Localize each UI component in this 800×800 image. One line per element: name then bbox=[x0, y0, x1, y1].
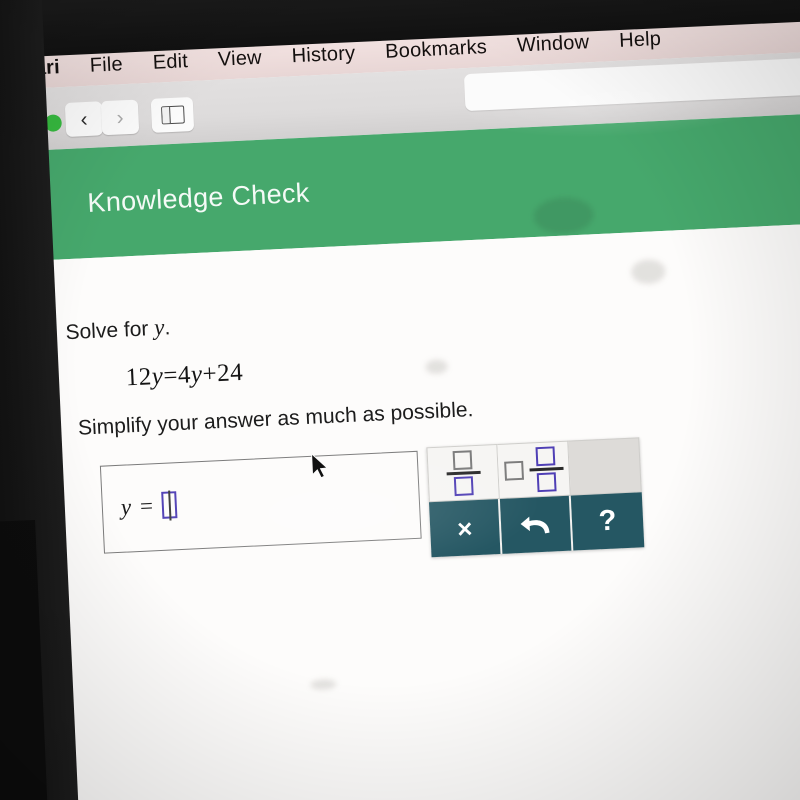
back-button[interactable]: ‹ bbox=[64, 101, 104, 137]
help-button[interactable]: ? bbox=[570, 492, 645, 551]
undo-icon bbox=[518, 512, 553, 538]
math-palette: × ? bbox=[426, 437, 645, 558]
undo-button[interactable] bbox=[499, 495, 574, 554]
math-palette-empty-cell bbox=[568, 437, 642, 496]
equation-rhs-const: 24 bbox=[216, 358, 244, 388]
question-prompt: Solve for y. bbox=[65, 314, 171, 345]
mixed-number-icon bbox=[503, 446, 564, 493]
math-palette-row-top bbox=[426, 437, 642, 503]
text-caret bbox=[167, 490, 172, 521]
sidebar-icon bbox=[160, 105, 185, 125]
page-title: Knowledge Check bbox=[86, 177, 311, 218]
chevron-right-icon: › bbox=[115, 105, 125, 130]
math-palette-row-bottom: × ? bbox=[428, 492, 645, 558]
menubar-item-help[interactable]: Help bbox=[619, 27, 662, 52]
question-content: Solve for y. 12y=4y+24 Simplify your ans… bbox=[0, 196, 800, 800]
question-equation: 12y=4y+24 bbox=[125, 359, 244, 393]
sidebar-toggle-button[interactable] bbox=[150, 96, 195, 133]
menubar-item-edit[interactable]: Edit bbox=[152, 50, 188, 75]
chevron-left-icon: ‹ bbox=[79, 107, 89, 131]
photo-of-laptop-screen: Safari File Edit View History Bookmarks … bbox=[0, 0, 800, 800]
question-instruction: Simplify your answer as much as possible… bbox=[77, 398, 474, 440]
forward-button[interactable]: › bbox=[100, 99, 140, 136]
help-icon: ? bbox=[597, 504, 618, 538]
menubar-item-window[interactable]: Window bbox=[516, 31, 589, 57]
equation-lhs-coeff: 12 bbox=[125, 363, 153, 392]
answer-input-slot[interactable] bbox=[161, 490, 178, 521]
menubar-item-file[interactable]: File bbox=[89, 53, 123, 78]
prompt-suffix: . bbox=[163, 316, 171, 340]
menubar-item-history[interactable]: History bbox=[291, 42, 356, 68]
clear-button[interactable]: × bbox=[428, 498, 503, 558]
web-page: Knowledge Check Solve for y. 12y=4y+24 S… bbox=[0, 111, 800, 800]
answer-variable: y bbox=[120, 493, 132, 520]
fraction-button[interactable] bbox=[426, 444, 500, 503]
laptop-screen: Safari File Edit View History Bookmarks … bbox=[0, 0, 800, 800]
prompt-prefix: Solve for bbox=[65, 317, 155, 345]
equation-relation: = bbox=[162, 361, 179, 390]
answer-expression: y = bbox=[120, 490, 178, 521]
clear-icon: × bbox=[456, 512, 474, 544]
mixed-number-button[interactable] bbox=[497, 440, 571, 499]
mouse-cursor bbox=[310, 452, 332, 486]
fraction-icon bbox=[445, 450, 481, 496]
answer-input-box[interactable]: y = bbox=[99, 450, 422, 554]
menubar-item-view[interactable]: View bbox=[217, 46, 262, 71]
answer-equals-sign: = bbox=[139, 492, 154, 519]
